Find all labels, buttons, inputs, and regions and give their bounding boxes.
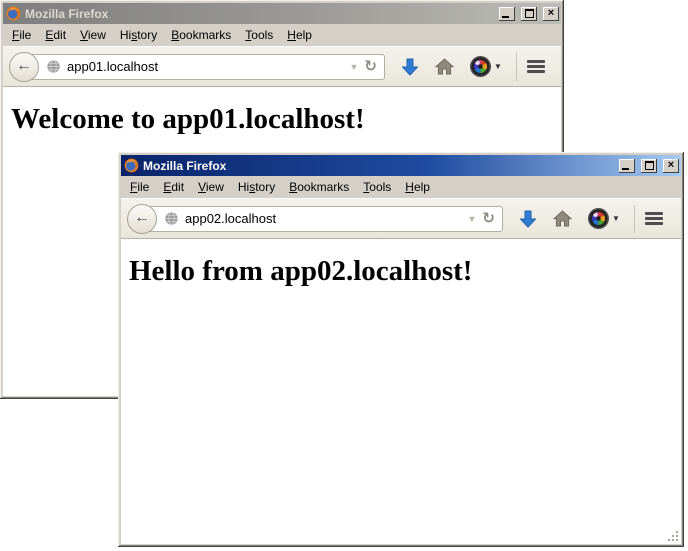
addon-button[interactable]: ▼ [471,57,502,76]
color-wheel-icon [471,57,490,76]
minimize-icon [622,168,629,170]
minimize-button[interactable] [499,7,515,21]
titlebar[interactable]: Mozilla Firefox × [121,155,681,176]
page-heading: Welcome to app01.localhost! [11,103,553,136]
browser-window-app02: Mozilla Firefox × File Edit View History… [118,152,684,547]
toolbar-separator [634,205,635,233]
firefox-icon[interactable] [6,6,21,21]
page-content-app02: Hello from app02.localhost! [121,239,681,544]
menu-edit[interactable]: Edit [156,178,191,196]
download-arrow-icon [520,210,536,228]
menu-bar: File Edit View History Bookmarks Tools H… [3,24,561,46]
maximize-icon [645,161,654,170]
home-icon [553,210,572,227]
menu-view[interactable]: View [191,178,231,196]
navigation-toolbar: ← app02.localhost ▼ ↻ [121,198,681,239]
navigation-toolbar: ← app01.localhost ▼ ↻ [3,46,561,87]
back-icon: ← [16,58,32,74]
hamburger-icon [645,211,663,226]
menu-file[interactable]: File [5,26,38,44]
downloads-button[interactable] [520,210,536,228]
url-dropdown-icon[interactable]: ▼ [350,62,359,72]
url-bar[interactable]: app02.localhost ▼ ↻ [141,206,503,232]
menu-bookmarks[interactable]: Bookmarks [282,178,356,196]
menu-edit[interactable]: Edit [38,26,73,44]
home-button[interactable] [435,58,454,75]
window-title: Mozilla Firefox [25,7,493,21]
site-identity-globe-icon[interactable] [164,211,179,226]
url-dropdown-icon[interactable]: ▼ [468,214,477,224]
downloads-button[interactable] [402,58,418,76]
home-button[interactable] [553,210,572,227]
close-icon: × [548,8,554,19]
menu-hamburger-button[interactable] [645,211,663,226]
close-button[interactable]: × [543,7,559,21]
back-icon: ← [134,210,150,226]
page-heading: Hello from app02.localhost! [129,255,673,288]
close-icon: × [668,160,674,171]
url-text[interactable]: app02.localhost [185,211,462,226]
menu-hamburger-button[interactable] [527,59,545,74]
url-bar[interactable]: app01.localhost ▼ ↻ [23,54,385,80]
desktop: Mozilla Firefox × File Edit View History… [0,0,688,551]
minimize-icon [502,16,509,18]
menu-view[interactable]: View [73,26,113,44]
menu-tools[interactable]: Tools [356,178,398,196]
toolbar-separator [516,53,517,81]
menu-bar: File Edit View History Bookmarks Tools H… [121,176,681,198]
download-arrow-icon [402,58,418,76]
site-identity-globe-icon[interactable] [46,59,61,74]
menu-tools[interactable]: Tools [238,26,280,44]
addon-button[interactable]: ▼ [589,209,620,228]
color-wheel-icon [589,209,608,228]
firefox-icon[interactable] [124,158,139,173]
minimize-button[interactable] [619,159,635,173]
menu-history[interactable]: History [113,26,164,44]
back-button[interactable]: ← [9,52,39,82]
maximize-icon [525,9,534,18]
titlebar[interactable]: Mozilla Firefox × [3,3,561,24]
menu-bookmarks[interactable]: Bookmarks [164,26,238,44]
hamburger-icon [527,59,545,74]
close-button[interactable]: × [663,159,679,173]
addon-dropdown-caret-icon: ▼ [612,214,620,223]
menu-help[interactable]: Help [398,178,437,196]
menu-history[interactable]: History [231,178,282,196]
reload-button[interactable]: ↻ [482,211,495,226]
addon-dropdown-caret-icon: ▼ [494,62,502,71]
home-icon [435,58,454,75]
maximize-button[interactable] [521,7,537,21]
menu-help[interactable]: Help [280,26,319,44]
resize-grip[interactable] [665,528,679,542]
back-button[interactable]: ← [127,204,157,234]
reload-button[interactable]: ↻ [364,59,377,74]
url-text[interactable]: app01.localhost [67,59,344,74]
window-title: Mozilla Firefox [143,159,613,173]
maximize-button[interactable] [641,159,657,173]
menu-file[interactable]: File [123,178,156,196]
